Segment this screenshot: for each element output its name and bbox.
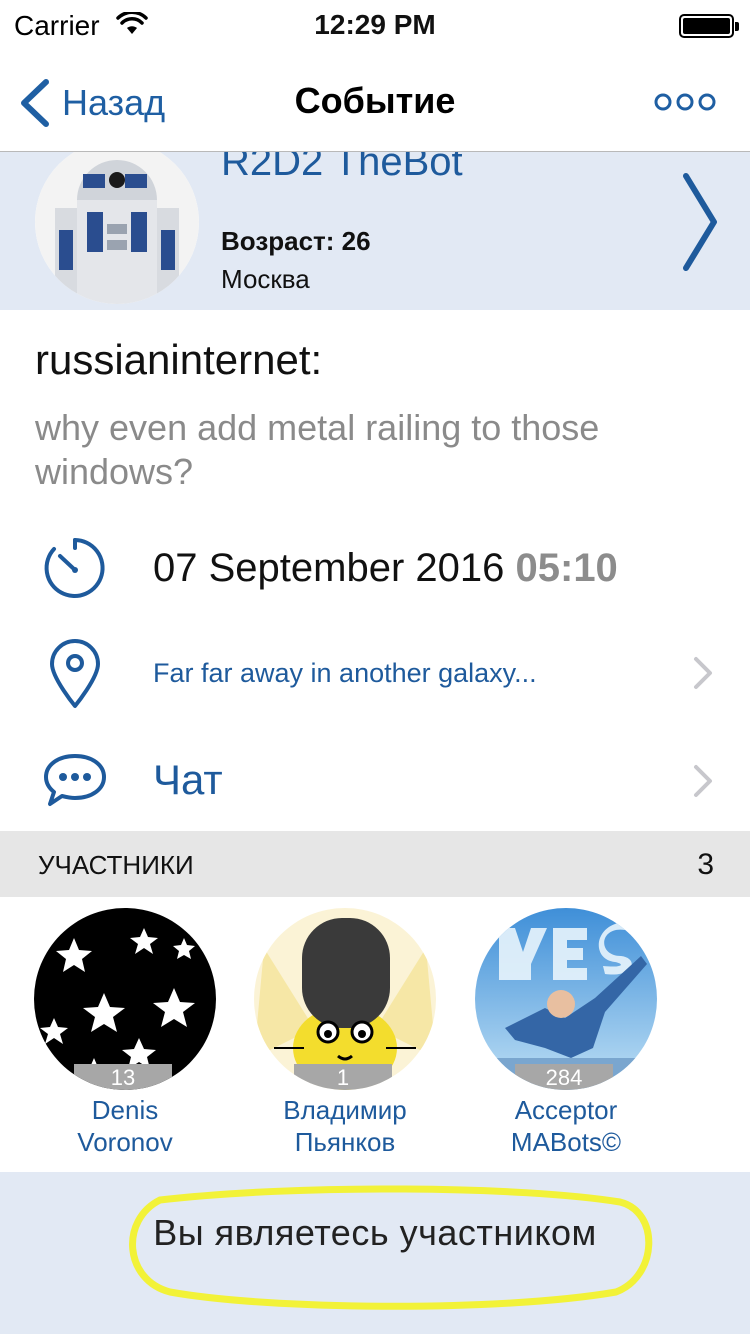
avatar: 13 bbox=[34, 908, 216, 1090]
participants-header: УЧАСТНИКИ 3 bbox=[0, 831, 750, 897]
chevron-right-icon[interactable] bbox=[678, 172, 722, 272]
participant-last-name: Пьянков bbox=[294, 1127, 396, 1157]
more-dots-icon[interactable] bbox=[654, 90, 716, 114]
event-date-value: 07 September 2016 bbox=[153, 546, 505, 590]
chevron-left-icon bbox=[21, 79, 49, 127]
event-date: 07 September 2016 05:10 bbox=[153, 546, 618, 591]
participant-item[interactable]: 13 Denis Voronov bbox=[33, 908, 217, 1158]
membership-status-bar[interactable]: Вы являетесь участником bbox=[0, 1172, 750, 1334]
participant-first-name: Acceptor bbox=[514, 1095, 618, 1125]
avatar: 1 bbox=[254, 908, 436, 1090]
battery-icon bbox=[679, 14, 739, 38]
membership-status: Вы являетесь участником bbox=[153, 1212, 597, 1253]
participant-item[interactable]: 284 Acceptor MABots© bbox=[474, 908, 658, 1158]
participant-badge: 284 bbox=[515, 1064, 613, 1090]
chat-label: Чат bbox=[153, 756, 223, 803]
yes-man-avatar bbox=[475, 908, 657, 1090]
participant-first-name: Владимир bbox=[283, 1095, 407, 1125]
post-text: why even add metal railing to those wind… bbox=[35, 407, 600, 492]
avatar: 284 bbox=[475, 908, 657, 1090]
event-location: Far far away in another galaxy... bbox=[153, 658, 537, 688]
timer-icon bbox=[44, 538, 105, 598]
participant-last-name: MABots© bbox=[510, 1127, 622, 1157]
chat-bubble-icon bbox=[44, 754, 106, 806]
participant-badge: 13 bbox=[74, 1064, 172, 1090]
organizer-city: Москва bbox=[221, 264, 310, 294]
participants-label: УЧАСТНИКИ bbox=[38, 850, 194, 880]
status-bar: Carrier 12:29 PM bbox=[0, 0, 750, 54]
back-button[interactable]: Назад bbox=[18, 78, 165, 128]
cat-guard-avatar bbox=[254, 908, 436, 1090]
event-time: 05:10 bbox=[515, 546, 618, 590]
location-pin-icon bbox=[50, 639, 100, 708]
back-label: Назад bbox=[62, 82, 166, 123]
participant-badge: 1 bbox=[294, 1064, 392, 1090]
post-author: russianinternet: bbox=[35, 336, 323, 383]
stars-avatar bbox=[34, 908, 216, 1090]
navigation-bar: Назад Событие bbox=[0, 54, 750, 152]
participant-first-name: Denis bbox=[91, 1095, 159, 1125]
chevron-right-icon bbox=[694, 765, 712, 797]
avatar bbox=[35, 152, 199, 304]
participant-last-name: Voronov bbox=[77, 1127, 173, 1157]
organizer-profile[interactable]: R2D2 TheBot Возраст: 26 Москва bbox=[0, 152, 750, 310]
clock: 12:29 PM bbox=[314, 9, 436, 40]
organizer-age: Возраст: 26 bbox=[221, 226, 371, 256]
organizer-name: R2D2 TheBot bbox=[221, 152, 463, 184]
r2d2-avatar bbox=[35, 152, 199, 304]
chevron-right-icon bbox=[694, 657, 712, 689]
participants-count: 3 bbox=[697, 848, 714, 881]
participant-item[interactable]: 1 Владимир Пьянков bbox=[253, 908, 437, 1158]
